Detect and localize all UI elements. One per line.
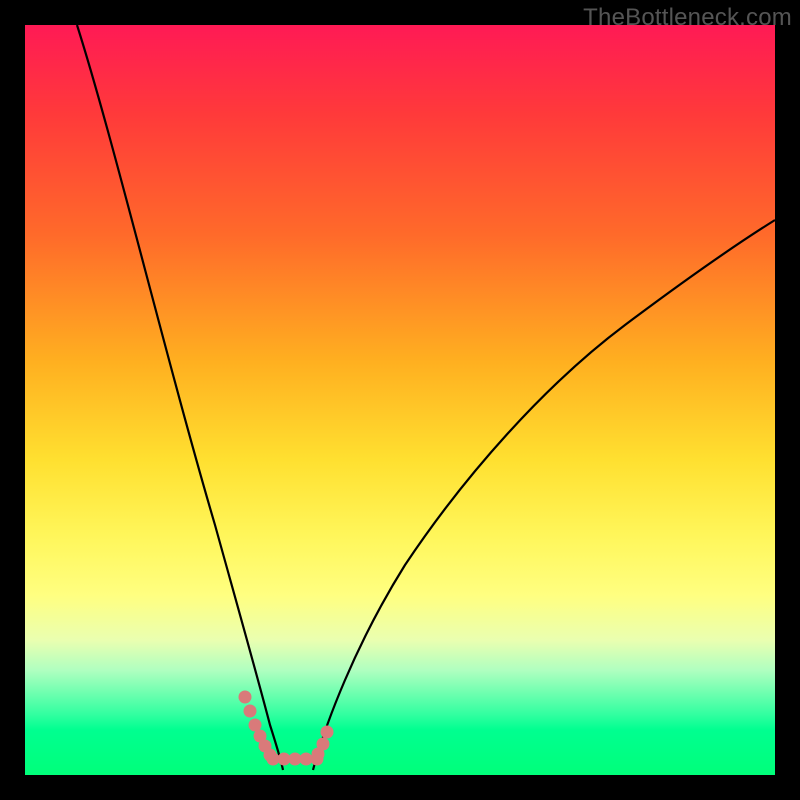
chart-svg — [25, 25, 775, 775]
curve-right — [313, 220, 775, 770]
chart-frame: TheBottleneck.com — [0, 0, 800, 800]
marker-right-dots — [312, 726, 334, 761]
curve-left — [77, 25, 283, 770]
plot-area — [25, 25, 775, 775]
